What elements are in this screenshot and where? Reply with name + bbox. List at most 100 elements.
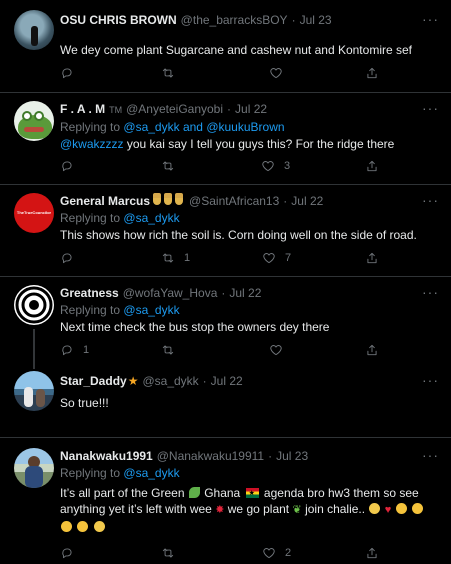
- reply-button[interactable]: [60, 66, 74, 80]
- reply-button[interactable]: 1: [60, 343, 89, 357]
- avatar[interactable]: [14, 285, 54, 325]
- more-icon[interactable]: ···: [422, 373, 439, 387]
- display-name[interactable]: Greatness: [60, 285, 119, 301]
- avatar-text: TheTrueCouncilor: [16, 210, 52, 215]
- tweet-4[interactable]: Greatness @wofaYaw_Hova · Jul 22 Replyin…: [0, 277, 451, 369]
- timestamp[interactable]: Jul 22: [291, 193, 323, 209]
- like-button[interactable]: [269, 66, 283, 80]
- reply-icon: [62, 161, 72, 172]
- dot-separator: ·: [268, 449, 273, 463]
- handle[interactable]: @Nanakwaku19911: [157, 448, 264, 464]
- retweet-button[interactable]: 1: [161, 251, 190, 265]
- avatar[interactable]: [14, 10, 54, 50]
- reply-icon: [62, 548, 72, 559]
- tweet-1[interactable]: OSU CHRIS BROWN @the_barracksBOY · Jul 2…: [0, 0, 451, 92]
- like-button[interactable]: 3: [261, 159, 290, 173]
- handle[interactable]: @AnyeteiGanyobi: [126, 101, 223, 117]
- like-count: 3: [284, 160, 291, 172]
- mention-link[interactable]: @kuukuBrown: [206, 120, 284, 134]
- reply-button[interactable]: [60, 251, 74, 265]
- reply-icon: [62, 68, 72, 79]
- dot-separator: ·: [202, 374, 207, 388]
- tweet-3[interactable]: TheTrueCouncilor General Marcus @SaintAf…: [0, 185, 451, 277]
- timestamp[interactable]: Jul 23: [276, 448, 308, 464]
- broken-heart-icon: ♥: [384, 504, 392, 516]
- retweet-icon: [162, 161, 174, 171]
- like-icon: [263, 253, 275, 264]
- display-name[interactable]: OSU CHRIS BROWN: [60, 12, 177, 28]
- share-icon: [367, 252, 377, 264]
- tweet-text: @kwakzzzz you kai say I tell you guys th…: [60, 136, 441, 152]
- tm-badge: TM: [109, 105, 123, 115]
- timestamp[interactable]: Jul 23: [300, 12, 332, 28]
- retweet-button[interactable]: [161, 66, 175, 80]
- tweet-text: It’s all part of the Green Ghana agenda …: [60, 485, 441, 535]
- more-icon[interactable]: ···: [422, 193, 439, 207]
- avatar[interactable]: [14, 448, 54, 488]
- person-emoji-icon: [93, 521, 105, 532]
- like-count: 7: [285, 252, 292, 264]
- replying-to: Replying to @sa_dykk and @kuukuBrown: [60, 119, 441, 135]
- tweet-text-part: join chalie..: [305, 502, 366, 516]
- retweet-icon: [162, 68, 174, 78]
- tweet-text: This shows how rich the soil is. Corn do…: [60, 228, 417, 242]
- retweet-icon: [162, 253, 174, 263]
- share-button[interactable]: [365, 251, 379, 265]
- display-name[interactable]: General Marcus: [60, 193, 150, 209]
- replying-prefix: Replying to: [60, 303, 121, 317]
- reply-button[interactable]: [60, 159, 74, 173]
- handle[interactable]: @the_barracksBOY: [181, 12, 288, 28]
- mention-link[interactable]: @sa_dykk: [123, 211, 179, 225]
- handle[interactable]: @SaintAfrican13: [189, 193, 279, 209]
- dot-separator: ·: [283, 194, 288, 208]
- tweet-text-part: anything yet it’s left with wee: [60, 502, 212, 516]
- more-icon[interactable]: ···: [422, 12, 439, 26]
- tweet-5[interactable]: Star_Daddy ★ @sa_dykk · Jul 22 So true!!…: [0, 365, 451, 437]
- display-name[interactable]: F . A . M: [60, 101, 105, 117]
- retweet-button[interactable]: [161, 343, 175, 357]
- display-name[interactable]: Star_Daddy: [60, 373, 127, 389]
- avatar[interactable]: [14, 101, 54, 141]
- like-button[interactable]: 2: [262, 546, 291, 560]
- dot-separator: ·: [291, 13, 296, 27]
- share-icon: [367, 160, 377, 172]
- avatar[interactable]: [14, 371, 54, 411]
- handle[interactable]: @sa_dykk: [142, 373, 198, 389]
- share-button[interactable]: [365, 546, 379, 560]
- display-name[interactable]: Nanakwaku1991: [60, 448, 153, 464]
- like-button[interactable]: [269, 343, 283, 357]
- mention-link[interactable]: @sa_dykk: [123, 466, 179, 480]
- like-button[interactable]: 7: [262, 251, 291, 265]
- handle[interactable]: @wofaYaw_Hova: [123, 285, 218, 301]
- ghana-flag-icon: [245, 486, 259, 502]
- retweet-button[interactable]: [161, 159, 175, 173]
- like-icon: [270, 68, 282, 79]
- mention-link[interactable]: @kwakzzzz: [60, 137, 124, 151]
- medal-icon: [175, 193, 184, 205]
- share-icon: [367, 67, 377, 79]
- avatar[interactable]: TheTrueCouncilor: [14, 193, 54, 233]
- tweet-6[interactable]: Nanakwaku1991 @Nanakwaku19911 · Jul 23 R…: [0, 438, 451, 564]
- leaf-emoji-icon: [188, 487, 200, 498]
- more-icon[interactable]: ···: [422, 448, 439, 462]
- share-button[interactable]: [365, 159, 379, 173]
- like-icon: [263, 548, 275, 559]
- share-button[interactable]: [365, 66, 379, 80]
- tweet-text-part: agenda bro hw3 them so see: [263, 486, 419, 500]
- tweet-text: We dey come plant Sugarcane and cashew n…: [60, 43, 412, 57]
- tweet-2[interactable]: F . A . M TM @AnyeteiGanyobi · Jul 22 Re…: [0, 93, 451, 185]
- mention-link[interactable]: @sa_dykk: [123, 120, 179, 134]
- replying-to: Replying to @sa_dykk: [60, 302, 441, 318]
- replying-prefix: Replying to: [60, 211, 121, 225]
- retweet-icon: [162, 345, 174, 355]
- more-icon[interactable]: ···: [422, 101, 439, 115]
- timestamp[interactable]: Jul 22: [211, 373, 243, 389]
- retweet-button[interactable]: [161, 546, 175, 560]
- timestamp[interactable]: Jul 22: [229, 285, 261, 301]
- bullseye-icon: [15, 286, 53, 324]
- timestamp[interactable]: Jul 22: [235, 101, 267, 117]
- share-button[interactable]: [365, 343, 379, 357]
- more-icon[interactable]: ···: [422, 285, 439, 299]
- mention-link[interactable]: @sa_dykk: [123, 303, 179, 317]
- reply-button[interactable]: [60, 546, 74, 560]
